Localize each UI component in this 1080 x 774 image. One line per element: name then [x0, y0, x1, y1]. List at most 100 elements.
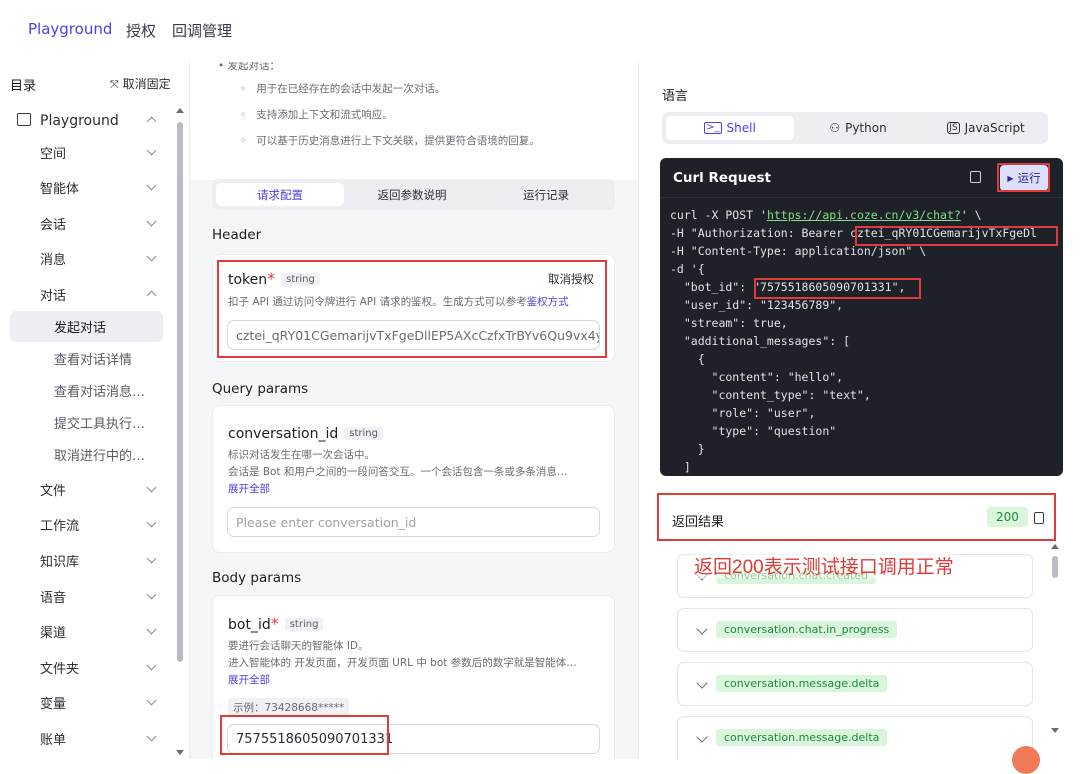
- sidebar-item-chat[interactable]: 对话: [0, 279, 175, 310]
- code-line: {: [670, 352, 705, 366]
- tab-request-config[interactable]: 请求配置: [216, 183, 344, 206]
- tab-javascript[interactable]: JS JavaScript: [922, 116, 1050, 140]
- sidebar-scrollbar[interactable]: [177, 122, 183, 662]
- sidebar-item-space[interactable]: 空间: [0, 137, 175, 168]
- bot-id-param-name: bot_id* string: [228, 614, 324, 633]
- chevron-down-icon: [146, 553, 157, 564]
- sidebar-item-folder[interactable]: 文件夹: [0, 652, 175, 683]
- code-line: "content_type": "text",: [670, 388, 871, 402]
- annotation-box: [217, 260, 607, 358]
- result-event-row[interactable]: conversation.message.delta: [677, 716, 1033, 759]
- chevron-down-icon: [696, 623, 708, 635]
- annotation-box: [855, 226, 1058, 246]
- conversation-id-param-name: conversation_id string: [228, 423, 383, 442]
- sidebar-sub-start-chat[interactable]: 发起对话: [10, 311, 163, 342]
- language-tabs: >_ Shell ⚇ Python JS JavaScript: [662, 112, 1048, 144]
- chevron-down-icon: [146, 589, 157, 600]
- unpin-icon: ⤧: [110, 78, 119, 91]
- scroll-down-icon[interactable]: [1051, 728, 1059, 733]
- floating-avatar[interactable]: [1012, 746, 1040, 774]
- chevron-up-icon: [146, 116, 157, 127]
- scroll-down-icon[interactable]: [176, 750, 184, 755]
- chevron-down-icon: [146, 695, 157, 706]
- annotation-box: [657, 493, 1056, 541]
- doc-bullet: ◦ 支持添加上下文和流式响应。: [240, 109, 393, 121]
- chevron-down-icon: [146, 660, 157, 671]
- request-panel: • 发起对话： ◦ 用于在已经存在的会话中发起一次对话。 ◦ 支持添加上下文和流…: [190, 62, 638, 759]
- python-icon: ⚇: [829, 121, 841, 135]
- sidebar-item-voice[interactable]: 语音: [0, 581, 175, 612]
- chevron-down-icon: [146, 731, 157, 742]
- sidebar-item-message[interactable]: 消息: [0, 243, 175, 274]
- code-line: -H "Content-Type: application/json" \: [670, 244, 927, 258]
- sidebar-item-channel[interactable]: 渠道: [0, 616, 175, 647]
- tab-response-params[interactable]: 返回参数说明: [348, 183, 476, 206]
- curl-title: Curl Request: [673, 170, 771, 186]
- tab-shell[interactable]: >_ Shell: [666, 116, 794, 140]
- scroll-up-icon[interactable]: [1051, 544, 1059, 549]
- sidebar-item-workflow[interactable]: 工作流: [0, 509, 175, 540]
- curl-code-block: Curl Request ▶ 运行 curl -X POST 'https://a…: [660, 158, 1063, 476]
- sidebar: 目录 ⤧ 取消固定 Playground 空间 智能体 会话 消息 对话 发起对…: [0, 62, 190, 759]
- chevron-down-icon: [146, 624, 157, 635]
- scroll-up-icon[interactable]: [176, 108, 184, 113]
- chevron-up-icon: [146, 290, 157, 301]
- code-line: "additional_messages": [: [670, 334, 851, 348]
- body-section-title: Body params: [212, 570, 302, 586]
- nav-tab-playground[interactable]: Playground: [28, 20, 112, 38]
- code-line: -d '{: [670, 262, 705, 276]
- annotation-text: 返回200表示测试接口调用正常: [694, 552, 954, 579]
- doc-bullet: ◦ 用于在已经存在的会话中发起一次对话。: [240, 83, 446, 95]
- code-line: }: [670, 442, 705, 456]
- sidebar-item-billing[interactable]: 账单: [0, 723, 175, 754]
- copy-icon[interactable]: [970, 171, 981, 183]
- sidebar-item-conversation[interactable]: 会话: [0, 208, 175, 239]
- sidebar-item-knowledge[interactable]: 知识库: [0, 545, 175, 576]
- header-section-title: Header: [212, 227, 262, 243]
- sidebar-sub-chat-detail[interactable]: 查看对话详情: [10, 343, 163, 374]
- doc-bullet-top: • 发起对话：: [218, 62, 281, 72]
- sidebar-sub-chat-messages[interactable]: 查看对话消息…: [10, 375, 163, 406]
- nav-tab-auth[interactable]: 授权: [126, 20, 156, 41]
- terminal-icon: >_: [704, 122, 722, 134]
- javascript-icon: JS: [947, 122, 960, 134]
- expand-all-link[interactable]: 展开全部: [228, 674, 270, 686]
- code-line: ]: [670, 460, 691, 474]
- conversation-id-input[interactable]: Please enter conversation_id: [227, 507, 600, 537]
- sidebar-item-agent[interactable]: 智能体: [0, 172, 175, 203]
- tab-run-history[interactable]: 运行记录: [482, 183, 610, 206]
- chevron-down-icon: [146, 145, 157, 156]
- playground-icon: [17, 113, 31, 126]
- result-scrollbar[interactable]: [1052, 556, 1058, 578]
- query-section-title: Query params: [212, 381, 309, 397]
- nav-tab-callback[interactable]: 回调管理: [172, 20, 232, 41]
- tab-python[interactable]: ⚇ Python: [794, 116, 922, 140]
- code-line: "stream": true,: [670, 316, 788, 330]
- language-title: 语言: [662, 89, 689, 104]
- result-event-row[interactable]: conversation.message.delta: [677, 662, 1033, 706]
- request-tabs: 请求配置 返回参数说明 运行记录: [212, 179, 615, 210]
- result-event-row[interactable]: conversation.chat.in_progress: [677, 608, 1033, 652]
- annotation-box: [754, 278, 921, 299]
- sidebar-sub-submit-tool[interactable]: 提交工具执行…: [10, 407, 163, 438]
- chevron-down-icon: [146, 251, 157, 262]
- bot-id-desc: 要进行会话聊天的智能体 ID。 进入智能体的 开发页面，开发页面 URL 中 bo…: [228, 640, 577, 686]
- code-line: "type": "question": [670, 424, 837, 438]
- doc-section: • 发起对话： ◦ 用于在已经存在的会话中发起一次对话。 ◦ 支持添加上下文和流…: [190, 62, 638, 180]
- doc-bullet: ◦ 可以基于历史消息进行上下文关联，提供更符合语境的回复。: [240, 135, 540, 147]
- top-nav: Playground 授权 回调管理: [0, 0, 1080, 62]
- chevron-down-icon: [696, 677, 708, 689]
- sidebar-item-variable[interactable]: 变量: [0, 687, 175, 718]
- annotation-box: [220, 715, 389, 755]
- code-line: "content": "hello",: [670, 370, 844, 384]
- code-line: curl -X POST 'https://api.coze.cn/v3/cha…: [670, 208, 982, 222]
- chevron-down-icon: [146, 180, 157, 191]
- sidebar-sub-cancel-chat[interactable]: 取消进行中的…: [10, 439, 163, 470]
- sidebar-item-playground[interactable]: Playground: [0, 105, 175, 136]
- chevron-down-icon: [146, 216, 157, 227]
- code-line: "user_id": "123456789",: [670, 298, 844, 312]
- sidebar-item-file[interactable]: 文件: [0, 474, 175, 505]
- conversation-id-desc: 标识对话发生在哪一次会话中。 会话是 Bot 和用户之间的一段问答交互。一个会话包…: [228, 449, 568, 495]
- unpin-button[interactable]: ⤧ 取消固定: [110, 75, 171, 92]
- expand-all-link[interactable]: 展开全部: [228, 483, 270, 495]
